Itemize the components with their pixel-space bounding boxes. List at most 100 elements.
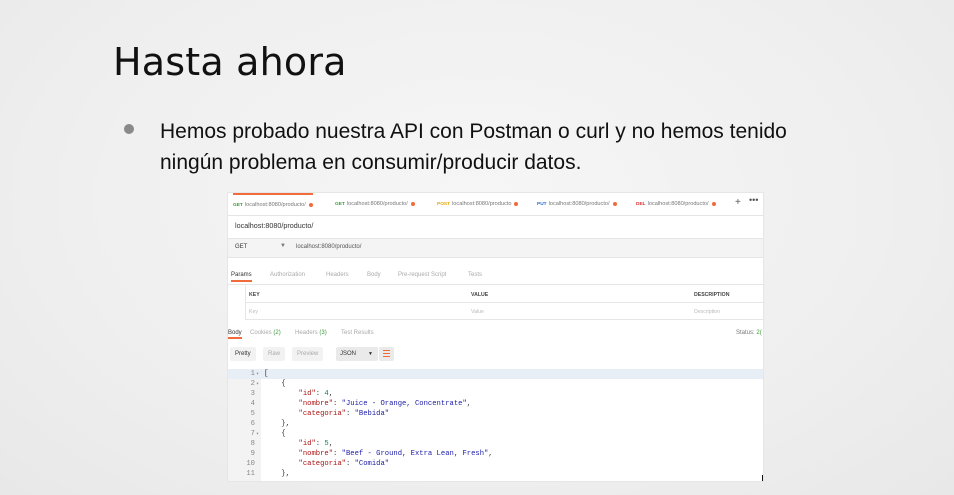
- json-string: "Bebida": [354, 410, 390, 418]
- unsaved-dot-icon: [410, 201, 415, 206]
- line-number: 9: [250, 450, 255, 458]
- tab-method: PUT: [537, 202, 547, 207]
- code-text: [: [264, 370, 269, 378]
- tab-authorization[interactable]: Authorization: [270, 272, 305, 278]
- fold-icon[interactable]: ▾: [256, 429, 259, 439]
- value-input[interactable]: Value: [471, 309, 484, 315]
- tab-url: localhost:8080/producto/: [346, 201, 408, 207]
- line-number: 10: [246, 460, 255, 468]
- code-line: 7 ▾ {: [228, 429, 763, 439]
- description-input[interactable]: Description: [694, 309, 720, 315]
- json-string: "Beef - Ground, Extra Lean, Fresh": [341, 450, 489, 458]
- column-header-key: KEY: [249, 292, 260, 298]
- tab-url: localhost:8080/producto/: [647, 201, 709, 207]
- code-line: 11 },: [228, 469, 763, 479]
- tab-url: localhost:8080/producto: [452, 201, 512, 207]
- line-number: 3: [250, 390, 255, 398]
- cookies-label: Cookies: [250, 330, 272, 336]
- tab-url: localhost:8080/producto/: [548, 201, 610, 207]
- line-number: 4: [250, 400, 255, 408]
- tab-pre-request-script[interactable]: Pre-request Script: [398, 272, 446, 278]
- tab-response-headers[interactable]: Headers (3): [295, 330, 327, 336]
- unsaved-dot-icon: [308, 202, 313, 207]
- method-select[interactable]: GET: [235, 244, 247, 250]
- request-tab-2[interactable]: GET localhost:8080/producto/: [335, 193, 415, 215]
- code-line: 5 "categoria": "Bebida": [228, 409, 763, 419]
- code-text: "categoria": "Bebida": [264, 409, 390, 419]
- code-text: {: [264, 380, 286, 388]
- more-tabs-icon[interactable]: •••: [749, 195, 758, 205]
- tab-body[interactable]: Body: [367, 272, 381, 278]
- format-select[interactable]: JSON ▼: [336, 347, 378, 361]
- json-string: "Juice - Orange, Concentrate": [341, 400, 467, 408]
- request-tab-5[interactable]: DEL localhost:8080/producto/: [636, 193, 716, 215]
- pretty-button[interactable]: Pretty: [230, 347, 256, 361]
- json-comma: ,: [488, 450, 493, 458]
- code-text: "nombre": "Beef - Ground, Extra Lean, Fr…: [264, 449, 493, 459]
- url-input[interactable]: localhost:8080/producto/: [296, 244, 361, 250]
- chevron-down-icon[interactable]: ▼: [280, 243, 286, 249]
- status-indicator: Status: 2(: [736, 330, 762, 336]
- json-separator: :: [333, 400, 342, 408]
- line-number: 1: [250, 370, 255, 378]
- postman-screenshot: GET localhost:8080/producto/ GET localhost…: [228, 193, 763, 481]
- status-label: Status:: [736, 330, 755, 336]
- json-key: "nombre": [298, 450, 334, 458]
- code-line: 10 "categoria": "Comida": [228, 459, 763, 469]
- fold-icon[interactable]: ▾: [256, 369, 259, 379]
- code-line: 9 "nombre": "Beef - Ground, Extra Lean, …: [228, 449, 763, 459]
- line-number: 11: [246, 470, 255, 478]
- headers-count: (3): [319, 330, 327, 336]
- line-number: 2: [250, 380, 255, 388]
- table-divider: [245, 302, 763, 303]
- format-select-value: JSON: [340, 351, 357, 357]
- tab-cookies[interactable]: Cookies (2): [250, 330, 281, 336]
- tab-test-results[interactable]: Test Results: [341, 330, 374, 336]
- request-tab-4[interactable]: PUT localhost:8080/producto/: [537, 193, 617, 215]
- preview-button[interactable]: Preview: [292, 347, 324, 361]
- text-cursor: [762, 475, 763, 481]
- code-text: },: [264, 470, 290, 478]
- tab-response-body[interactable]: Body: [228, 330, 242, 339]
- headers-label: Headers: [295, 330, 318, 336]
- new-tab-plus-icon[interactable]: +: [735, 197, 741, 208]
- request-tab-1[interactable]: GET localhost:8080/producto/: [233, 193, 313, 215]
- unsaved-dot-icon: [612, 201, 617, 206]
- wrap-lines-icon[interactable]: [379, 347, 394, 361]
- json-separator: :: [333, 450, 342, 458]
- json-key: "nombre": [298, 400, 334, 408]
- json-comma: ,: [328, 390, 334, 398]
- tab-headers[interactable]: Headers: [326, 272, 349, 278]
- request-subtabs: Params Authorization Headers Body Pre-re…: [228, 270, 763, 285]
- format-toolbar: Pretty Raw Preview JSON ▼: [228, 347, 763, 363]
- chevron-down-icon: ▼: [368, 351, 373, 357]
- json-string: "Comida": [354, 460, 390, 468]
- raw-button[interactable]: Raw: [263, 347, 286, 361]
- response-code-editor[interactable]: 1 ▾[ 2 ▾ { 3 "id": 4, 4 "nombre": "Juice -…: [228, 369, 763, 481]
- request-tab-3[interactable]: POST localhost:8080/producto: [437, 193, 519, 215]
- json-key: "categoria": [298, 460, 346, 468]
- json-separator: :: [345, 460, 355, 468]
- request-tab-bar: GET localhost:8080/producto/ GET localhost…: [228, 193, 763, 216]
- unsaved-dot-icon: [711, 201, 716, 206]
- tab-tests[interactable]: Tests: [468, 272, 482, 278]
- table-divider: [245, 286, 246, 320]
- bullet-marker: [124, 124, 134, 134]
- fold-icon[interactable]: ▾: [256, 379, 259, 389]
- url-bar: GET ▼ localhost:8080/producto/: [228, 238, 763, 258]
- json-separator: :: [345, 410, 355, 418]
- code-line: 1 ▾ [: [228, 369, 763, 379]
- line-number: 7: [250, 430, 255, 438]
- key-input[interactable]: Key: [249, 309, 258, 315]
- column-header-description: DESCRIPTION: [694, 292, 730, 298]
- tab-params[interactable]: Params: [231, 272, 252, 282]
- unsaved-dot-icon: [514, 201, 519, 206]
- table-divider: [245, 319, 763, 320]
- request-title: localhost:8080/producto/: [235, 221, 314, 230]
- tab-method: POST: [437, 202, 451, 207]
